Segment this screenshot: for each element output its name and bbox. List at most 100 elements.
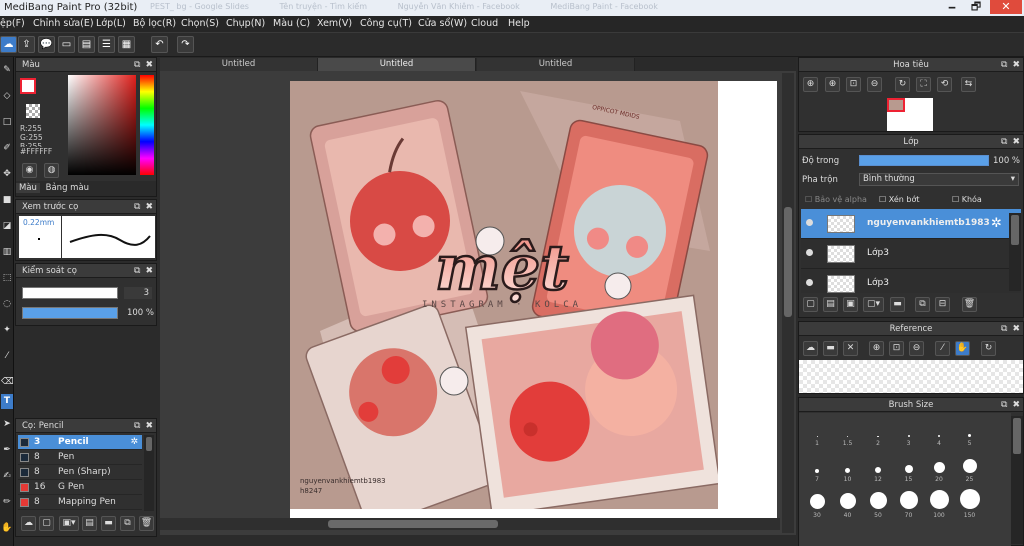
reference-eyedropper-icon[interactable]: ⁄ bbox=[935, 341, 950, 356]
close-panel-icon[interactable]: ✖ bbox=[145, 421, 153, 431]
menu-capture[interactable]: Chụp(N) bbox=[226, 18, 265, 29]
bg-tab[interactable]: PEST_ bg - Google Slides bbox=[150, 2, 249, 11]
text-tool-icon[interactable]: T bbox=[1, 394, 13, 409]
close-panel-icon[interactable]: ✖ bbox=[1012, 60, 1020, 70]
document-icon[interactable]: ▤ bbox=[78, 36, 95, 53]
palette-icon[interactable]: ◍ bbox=[44, 163, 59, 178]
zoom-in-icon[interactable]: ⊕ bbox=[803, 77, 818, 92]
layer-menu-icon[interactable]: ▢▾ bbox=[863, 297, 884, 312]
undock-icon[interactable]: ⧉ bbox=[134, 421, 140, 431]
horizontal-scroll-thumb[interactable] bbox=[328, 520, 498, 528]
undock-icon[interactable]: ⧉ bbox=[134, 60, 140, 70]
reference-close-icon[interactable]: ✕ bbox=[843, 341, 858, 356]
brush-size-cell[interactable]: 20 bbox=[924, 453, 954, 487]
undock-icon[interactable]: ⧉ bbox=[1001, 400, 1007, 410]
brush-size-cell[interactable]: 15 bbox=[894, 453, 924, 487]
saturation-value-picker[interactable] bbox=[68, 75, 136, 175]
close-panel-icon[interactable]: ✖ bbox=[1012, 400, 1020, 410]
brush-size-cell[interactable]: 1.5 bbox=[833, 417, 863, 451]
gear-icon[interactable]: ✲ bbox=[130, 435, 138, 450]
fit-icon[interactable]: ⊡ bbox=[846, 77, 861, 92]
canvas-area[interactable]: Untitled Untitled Untitled mệt INSTAGRAM… bbox=[160, 57, 796, 535]
menu-layer[interactable]: Lớp(L) bbox=[96, 18, 126, 29]
navigator-thumbnail[interactable] bbox=[887, 98, 933, 131]
layer-row[interactable]: Lớp3 bbox=[801, 239, 1021, 269]
reference-zoom-out-icon[interactable]: ⊖ bbox=[909, 341, 924, 356]
protect-alpha-checkbox[interactable]: ☐ Bảo vệ alpha bbox=[805, 195, 867, 204]
operation-tool-icon[interactable]: ➤ bbox=[1, 417, 13, 432]
visibility-eye-icon[interactable] bbox=[806, 219, 813, 226]
foreground-color-swatch[interactable] bbox=[20, 78, 36, 94]
brush-size-cell[interactable]: 70 bbox=[894, 489, 924, 523]
brush-size-cell[interactable]: 30 bbox=[802, 489, 832, 523]
brush-alt-tool-icon[interactable]: ✏ bbox=[1, 495, 13, 510]
menu-file[interactable]: ệp(F) bbox=[0, 18, 25, 29]
close-button[interactable]: ✕ bbox=[990, 0, 1022, 14]
hand-tool-icon[interactable]: ✋ bbox=[1, 521, 13, 536]
reset-view-icon[interactable]: ⟲ bbox=[937, 77, 952, 92]
brush-size-cell[interactable]: 40 bbox=[833, 489, 863, 523]
brush-list-scrollbar[interactable] bbox=[144, 435, 154, 511]
menu-tools[interactable]: Công cụ(T) bbox=[360, 18, 412, 29]
new-layer-icon[interactable]: ▢ bbox=[803, 297, 818, 312]
visibility-eye-icon[interactable] bbox=[806, 279, 813, 286]
delete-layer-icon[interactable]: 🗑 bbox=[962, 297, 977, 312]
visibility-eye-icon[interactable] bbox=[806, 249, 813, 256]
brush-delete-icon[interactable]: 🗑 bbox=[139, 516, 154, 531]
brush-size-cell[interactable]: 10 bbox=[833, 453, 863, 487]
close-panel-icon[interactable]: ✖ bbox=[145, 60, 153, 70]
background-color-swatch[interactable] bbox=[26, 104, 40, 118]
close-panel-icon[interactable]: ✖ bbox=[1012, 324, 1020, 334]
reference-open-icon[interactable]: ▬ bbox=[823, 341, 838, 356]
select-tool-icon[interactable]: ⬚ bbox=[1, 271, 13, 286]
pen-tool-icon[interactable]: ✐ bbox=[1, 141, 13, 156]
new-brush-icon[interactable]: ▢ bbox=[39, 516, 54, 531]
close-panel-icon[interactable]: ✖ bbox=[145, 202, 153, 212]
reference-canvas[interactable] bbox=[799, 360, 1023, 393]
lasso-tool-icon[interactable]: ◌ bbox=[1, 297, 13, 312]
flip-icon[interactable]: ⇆ bbox=[961, 77, 976, 92]
vertical-scrollbar[interactable] bbox=[782, 73, 794, 533]
brush-item[interactable]: 8 Pen (Sharp) bbox=[18, 465, 142, 480]
eyedropper-icon[interactable]: ◉ bbox=[22, 163, 37, 178]
menu-help[interactable]: Help bbox=[508, 18, 530, 29]
navigator-viewport[interactable] bbox=[887, 98, 905, 112]
duplicate-layer-icon[interactable]: ⧉ bbox=[915, 297, 930, 312]
brush-item[interactable]: 8 Pen bbox=[18, 450, 142, 465]
brush-size-cell[interactable]: 7 bbox=[802, 453, 832, 487]
minimize-button[interactable]: 🗕 bbox=[940, 0, 964, 14]
maximize-button[interactable]: 🗗 bbox=[964, 0, 988, 14]
brush-size-cell[interactable]: 12 bbox=[863, 453, 893, 487]
smudge-tool-icon[interactable]: ✍ bbox=[1, 469, 13, 484]
brush-size-slider[interactable] bbox=[22, 287, 118, 299]
brush-size-cell[interactable]: 2 bbox=[863, 417, 893, 451]
reference-fit-icon[interactable]: ⊡ bbox=[889, 341, 904, 356]
gear-icon[interactable]: ✲ bbox=[991, 216, 1002, 231]
undock-icon[interactable]: ⧉ bbox=[1001, 60, 1007, 70]
reference-zoom-in-icon[interactable]: ⊕ bbox=[869, 341, 884, 356]
close-panel-icon[interactable]: ✖ bbox=[145, 266, 153, 276]
rectangle-tool-icon[interactable]: □ bbox=[1, 115, 13, 130]
zoom-in-alt-icon[interactable]: ⊕ bbox=[825, 77, 840, 92]
brush-size-cell[interactable]: 1 bbox=[802, 417, 832, 451]
layer-row[interactable]: nguyenvankhiemtb1983 ✲ bbox=[801, 209, 1021, 239]
bucket-tool-icon[interactable]: ◪ bbox=[1, 219, 13, 234]
layer-row[interactable]: Lớp3 bbox=[801, 269, 1021, 293]
tab-document[interactable]: Untitled bbox=[477, 58, 635, 71]
bg-tab[interactable]: Tên truyện - Tìm kiếm bbox=[280, 2, 368, 11]
brush-cloud-icon[interactable]: ☁ bbox=[21, 516, 36, 531]
brush-size-cell[interactable]: 150 bbox=[955, 489, 985, 523]
reference-rotate-icon[interactable]: ↻ bbox=[981, 341, 996, 356]
rotate-icon[interactable]: ↻ bbox=[895, 77, 910, 92]
tab-palette[interactable]: Bảng màu bbox=[43, 183, 92, 193]
blend-mode-select[interactable]: Bình thường ▾ bbox=[859, 173, 1019, 186]
copy-layer-icon[interactable]: ▣ bbox=[843, 297, 858, 312]
share-icon[interactable]: ⇪ bbox=[18, 36, 35, 53]
menu-filter[interactable]: Bộ lọc(R) bbox=[133, 18, 176, 29]
brush-size-scrollbar[interactable] bbox=[1011, 416, 1023, 544]
menu-cloud[interactable]: Cloud bbox=[471, 18, 498, 29]
clip-checkbox[interactable]: ☐ Xén bớt bbox=[879, 195, 919, 204]
menu-select[interactable]: Chọn(S) bbox=[181, 18, 219, 29]
blur-tool-icon[interactable]: ⌫ bbox=[1, 375, 14, 390]
brush-tool-icon[interactable]: ✎ bbox=[1, 63, 13, 78]
